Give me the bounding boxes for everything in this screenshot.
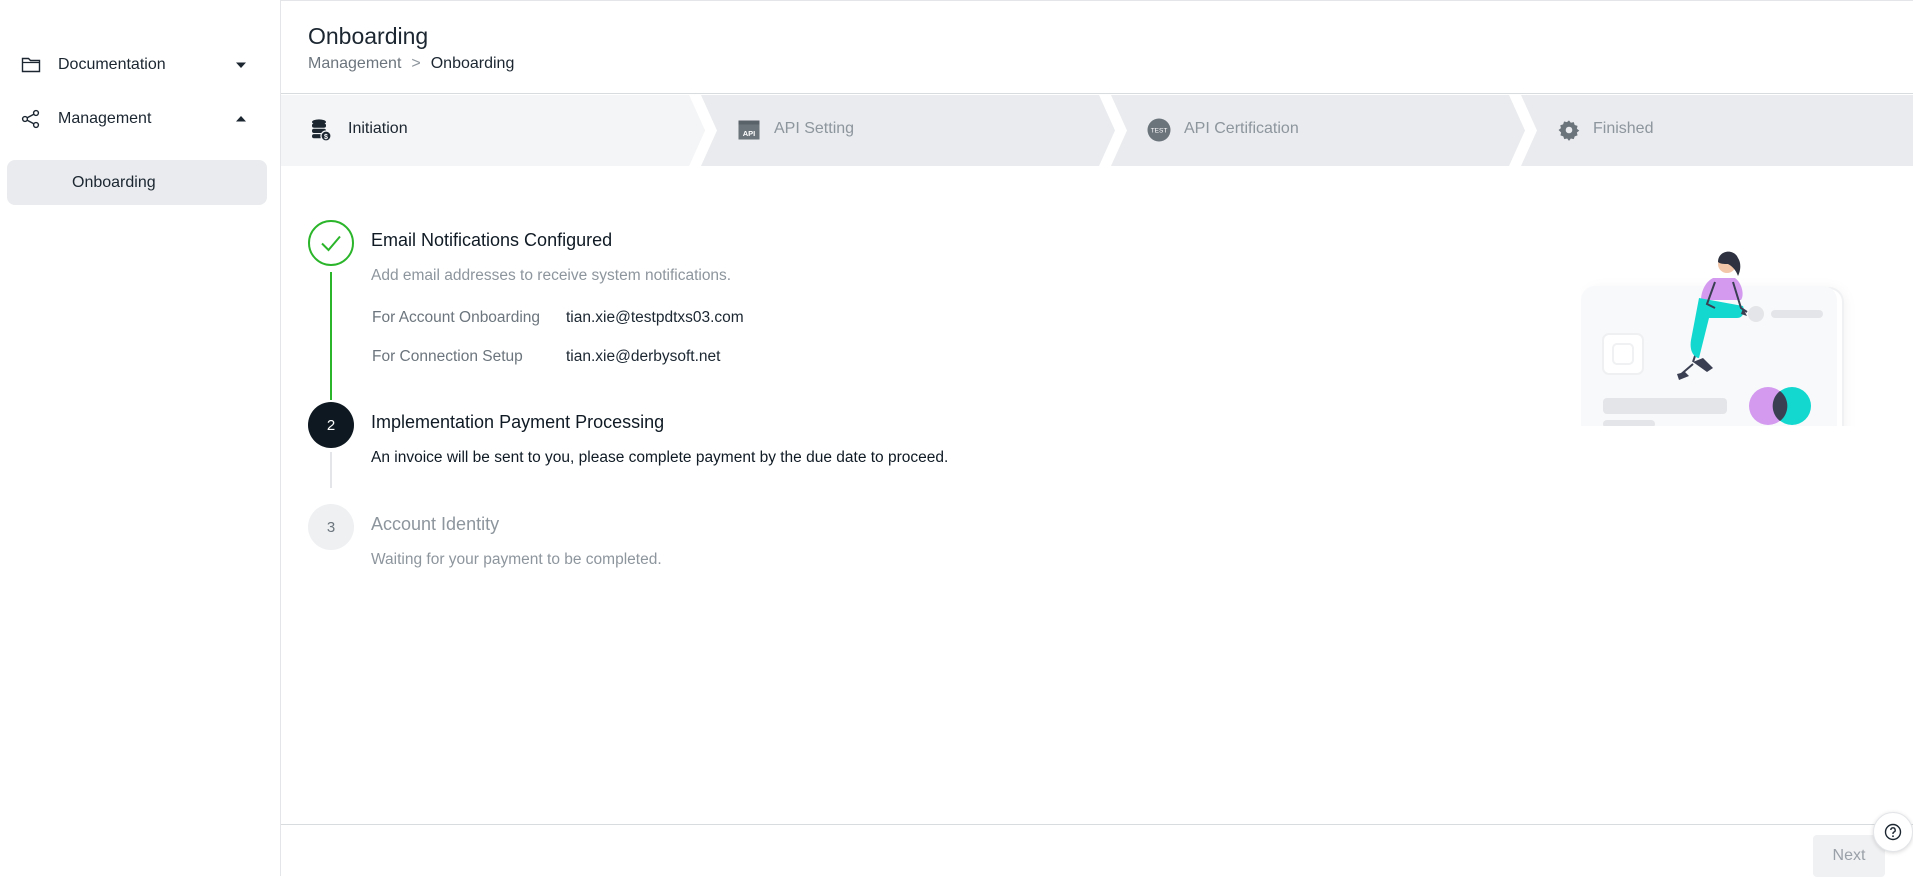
breadcrumb-separator: >	[411, 55, 421, 72]
step-initiation[interactable]: $ Initiation	[281, 95, 701, 166]
step-label-api-setting: API Setting	[774, 120, 855, 137]
step-connector	[330, 452, 332, 488]
checklist-item-description: Waiting for your payment to be completed…	[371, 551, 662, 568]
api-icon: API	[737, 118, 761, 142]
checklist-item-title: Email Notifications Configured	[371, 230, 613, 250]
page-header: Onboarding Management > Onboarding	[281, 0, 1913, 94]
sidebar: Documentation Management Onboarding	[0, 0, 281, 876]
step-label-api-certification: API Certification	[1184, 120, 1299, 137]
breadcrumb-management[interactable]: Management	[308, 55, 401, 73]
help-button[interactable]	[1873, 812, 1913, 852]
step-label-finished: Finished	[1593, 120, 1654, 137]
sidebar-subitem-label: Onboarding	[72, 173, 156, 191]
coins-icon: $	[309, 118, 333, 142]
checklist-item-title: Implementation Payment Processing	[371, 412, 665, 432]
sidebar-item-label: Documentation	[58, 56, 166, 73]
step-complete-badge	[308, 220, 354, 266]
detail-key: For Account Onboarding	[372, 309, 541, 326]
caret-down-icon	[234, 58, 248, 72]
gear-icon	[1557, 118, 1581, 142]
checklist-item-description: Add email addresses to receive system no…	[371, 267, 732, 284]
step-number-badge: 2	[308, 402, 354, 448]
step-label: Initiation	[348, 120, 408, 137]
svg-text:API: API	[743, 129, 756, 138]
caret-up-icon	[234, 112, 248, 126]
onboarding-illustration	[1581, 251, 1844, 426]
step-number-badge: 3	[308, 504, 354, 550]
onboarding-checklist: Email Notifications Configured Add email…	[281, 166, 1913, 824]
sidebar-item-label: Management	[58, 110, 152, 127]
sidebar-item-documentation[interactable]: Documentation	[0, 45, 281, 85]
next-button[interactable]: Next	[1813, 835, 1885, 877]
detail-key: For Connection Setup	[372, 348, 523, 365]
page-footer: Next	[281, 824, 1913, 877]
detail-value: tian.xie@testpdtxs03.com	[566, 309, 744, 326]
progress-stepper: $ Initiation API API Setting TEST API Ce…	[281, 95, 1913, 166]
svg-text:TEST: TEST	[1151, 128, 1168, 135]
checklist-item-title: Account Identity	[371, 514, 500, 534]
page-title: Onboarding	[308, 23, 429, 49]
breadcrumb: Management > Onboarding	[308, 55, 514, 73]
detail-value: tian.xie@derbysoft.net	[566, 348, 721, 365]
breadcrumb-onboarding: Onboarding	[430, 55, 515, 72]
share-icon	[20, 108, 42, 130]
step-connector	[330, 272, 332, 400]
sidebar-item-management[interactable]: Management	[0, 99, 281, 139]
svg-text:$: $	[324, 134, 328, 141]
test-badge-icon: TEST	[1147, 118, 1171, 142]
check-icon	[321, 235, 341, 252]
folder-icon	[20, 54, 42, 76]
sidebar-subitem-onboarding[interactable]: Onboarding	[7, 160, 267, 205]
question-icon	[1884, 823, 1902, 841]
checklist-item-description: An invoice will be sent to you, please c…	[371, 449, 949, 466]
